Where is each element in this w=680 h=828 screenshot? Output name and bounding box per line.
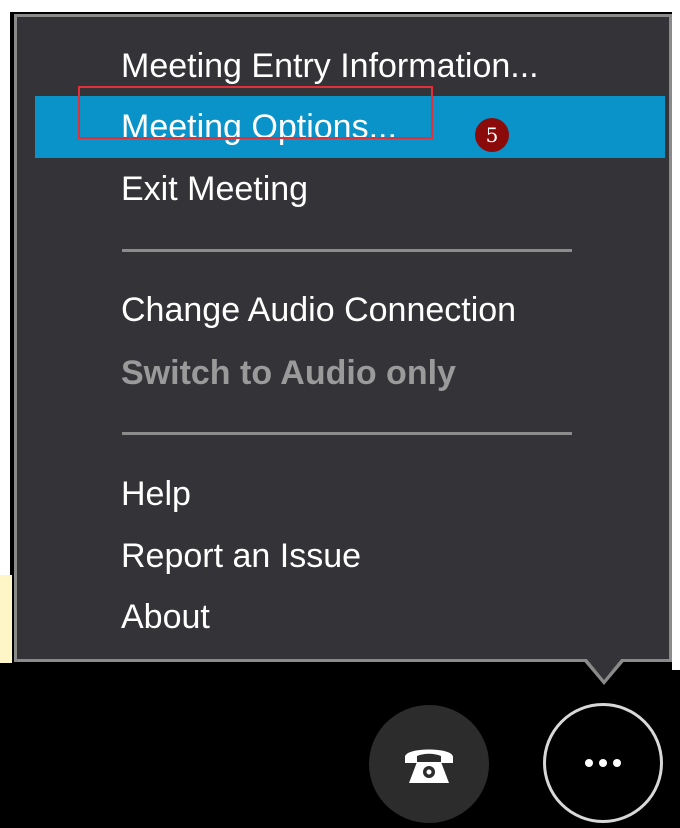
menu-pointer-arrow-fill	[586, 658, 622, 680]
menu-item-label: Meeting Options...	[121, 107, 397, 146]
background-right	[672, 0, 680, 670]
menu-item-exit-meeting[interactable]: Exit Meeting	[17, 158, 669, 220]
menu-item-label: About	[121, 597, 210, 636]
menu-item-change-audio-connection[interactable]: Change Audio Connection	[17, 279, 669, 341]
step-number-badge: 5	[475, 118, 509, 152]
background-note-edge	[0, 575, 12, 663]
menu-item-label: Exit Meeting	[121, 169, 309, 208]
background-top	[0, 0, 680, 12]
menu-item-about[interactable]: About	[17, 586, 669, 648]
phone-icon	[405, 749, 453, 783]
menu-separator	[122, 249, 572, 252]
step-number: 5	[485, 123, 499, 147]
menu-item-label: Help	[121, 474, 191, 513]
menu-item-meeting-entry-information[interactable]: Meeting Entry Information...	[17, 35, 669, 97]
menu-item-switch-to-audio-only: Switch to Audio only	[17, 342, 669, 404]
menu-item-label: Switch to Audio only	[121, 353, 456, 392]
menu-separator	[122, 432, 572, 435]
menu-item-meeting-options[interactable]: Meeting Options...	[35, 96, 665, 158]
more-options-menu: Meeting Entry Information... Meeting Opt…	[14, 14, 672, 662]
menu-item-label: Change Audio Connection	[121, 290, 517, 329]
audio-phone-button[interactable]	[369, 705, 489, 823]
menu-item-label: Report an Issue	[121, 536, 362, 575]
menu-item-label: Meeting Entry Information...	[121, 46, 539, 85]
background-left	[0, 0, 10, 580]
more-options-button[interactable]	[543, 703, 663, 823]
menu-item-help[interactable]: Help	[17, 463, 669, 525]
more-options-icon	[582, 759, 624, 767]
menu-item-report-an-issue[interactable]: Report an Issue	[17, 525, 669, 587]
